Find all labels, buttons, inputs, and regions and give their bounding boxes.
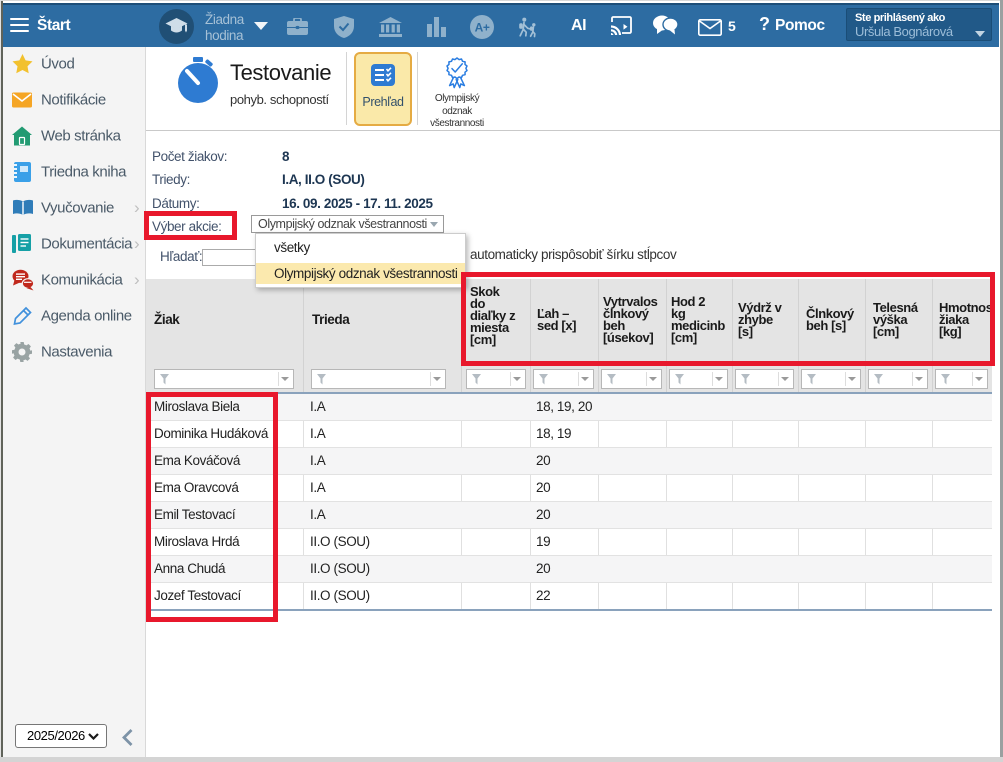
svg-text:A+: A+ [475,21,490,35]
